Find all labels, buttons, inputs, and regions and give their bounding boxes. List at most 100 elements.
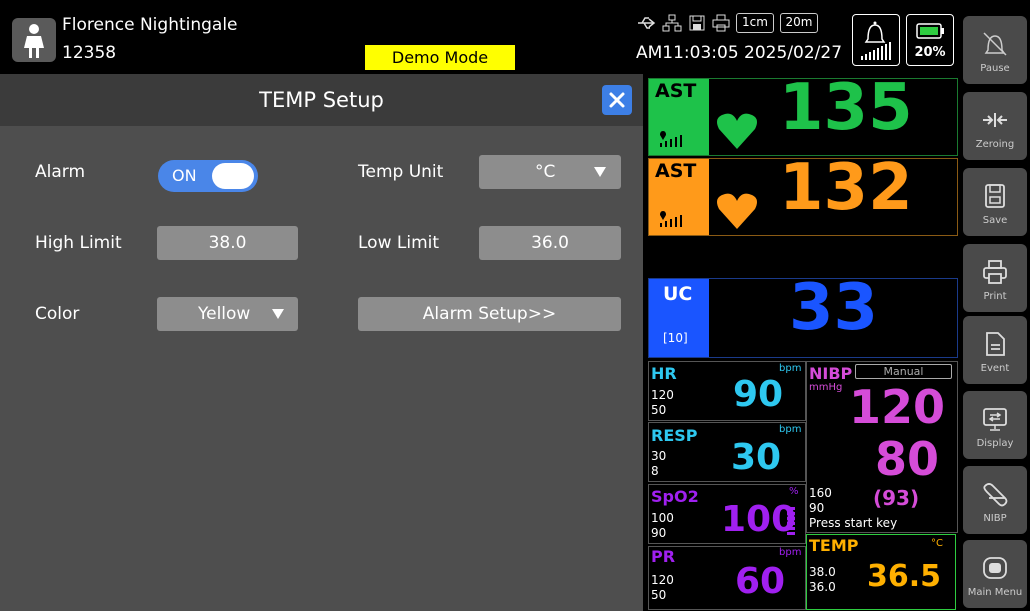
resp-panel[interactable]: RESP bpm 30 8 30 (648, 422, 806, 482)
spo2-unit: % (789, 486, 799, 497)
temp-unit-label: Temp Unit (358, 162, 444, 182)
pr-unit: bpm (779, 547, 802, 558)
event-button[interactable]: Event (963, 316, 1027, 384)
pr-panel[interactable]: PR bpm 120 50 60 (648, 546, 806, 610)
heart-icon (717, 113, 757, 149)
battery-percent: 20% (914, 45, 946, 60)
display-label: Display (976, 438, 1014, 449)
temp-setup-dialog: TEMP Setup Alarm ON Temp Unit °C High Li… (0, 74, 643, 611)
high-limit-label: High Limit (35, 233, 122, 253)
patient-name: Florence Nightingale (62, 15, 238, 35)
bell-icon (861, 21, 891, 60)
alarm-toggle[interactable]: ON (158, 160, 258, 192)
pr-value: 60 (735, 561, 786, 602)
hr-panel[interactable]: HR bpm 120 50 90 (648, 361, 806, 421)
save-button[interactable]: Save (963, 168, 1027, 236)
spo2-lower: 90 (651, 526, 667, 540)
print-button[interactable]: Print (963, 244, 1027, 312)
toggle-knob (212, 163, 254, 189)
color-label: Color (35, 304, 80, 324)
heart-icon (717, 193, 757, 229)
nibp-mode[interactable]: Manual (855, 364, 952, 379)
perfusion-bar-icon (787, 507, 795, 535)
datetime: AM11:03:05 2025/02/27 (636, 43, 843, 63)
temp-unit-select[interactable]: °C (479, 155, 621, 189)
pr-upper: 120 (651, 573, 674, 587)
storage-icon (689, 15, 705, 31)
pause-button[interactable]: Pause (963, 16, 1027, 84)
resp-label: RESP (651, 426, 698, 445)
paper-speed-1: 1cm (736, 13, 774, 33)
nibp-mean: (93) (873, 486, 920, 510)
display-button[interactable]: Display (963, 391, 1027, 459)
zeroing-icon (983, 113, 1007, 127)
chevron-down-icon (272, 309, 284, 319)
temp-unit-value: °C (535, 162, 556, 182)
chevron-down-icon (594, 167, 606, 177)
nibp-label: NIBP (809, 364, 853, 383)
hr-unit: bpm (779, 363, 802, 374)
temp-label: TEMP (809, 536, 859, 555)
close-icon (609, 92, 625, 108)
usb-icon (638, 17, 656, 29)
zeroing-button[interactable]: Zeroing (963, 92, 1027, 160)
uc-panel[interactable]: UC [10] 33 (648, 271, 958, 358)
nibp-button[interactable]: NIBP (963, 466, 1027, 534)
fhr1-value: 135 (779, 71, 913, 145)
display-icon (983, 408, 1007, 431)
alarm-label: Alarm (35, 162, 86, 182)
spo2-value: 100 (721, 499, 797, 540)
battery-indicator: 20% (906, 14, 954, 66)
alarm-setup-button[interactable]: Alarm Setup>> (358, 297, 621, 331)
pause-label: Pause (980, 63, 1010, 74)
fhr1-panel[interactable]: AST 135 (648, 71, 958, 156)
temp-lower: 36.0 (809, 580, 836, 594)
nibp-lower: 90 (809, 501, 825, 515)
fhr1-label: AST (655, 80, 697, 102)
hr-upper: 120 (651, 388, 674, 402)
uc-value: 33 (789, 271, 879, 345)
temp-value: 36.5 (867, 559, 942, 594)
fhr2-panel[interactable]: AST 132 (648, 151, 958, 236)
hr-value: 90 (733, 374, 784, 415)
low-limit-input[interactable]: 36.0 (479, 226, 621, 260)
patient-id: 12358 (62, 43, 117, 63)
nibp-diastolic: 80 (875, 432, 940, 486)
main-menu-button[interactable]: Main Menu (963, 540, 1027, 608)
alarm-volume-indicator[interactable] (852, 14, 900, 66)
demo-mode-banner: Demo Mode (365, 45, 515, 70)
patient-icon[interactable] (12, 18, 56, 62)
high-limit-input[interactable]: 38.0 (157, 226, 298, 260)
resp-upper: 30 (651, 449, 667, 463)
hr-lower: 50 (651, 403, 667, 417)
low-limit-label: Low Limit (358, 233, 440, 253)
nibp-panel[interactable]: NIBP Manual mmHg 120 80 160 90 (93) Pres… (806, 361, 958, 533)
nibp-unit: mmHg (809, 382, 843, 393)
nibp-upper: 160 (809, 486, 832, 500)
close-button[interactable] (602, 85, 632, 115)
signal-quality-icon (660, 131, 682, 147)
temp-unit: °C (931, 538, 943, 549)
pr-lower: 50 (651, 588, 667, 602)
main-menu-label: Main Menu (967, 587, 1023, 598)
resp-lower: 8 (651, 464, 659, 478)
fhr2-label-block: AST (649, 159, 709, 235)
save-icon (985, 184, 1005, 208)
status-icons: 1cm 20m (632, 12, 852, 36)
hr-label: HR (651, 364, 677, 383)
color-select[interactable]: Yellow (157, 297, 298, 331)
printer-status-icon (712, 14, 730, 32)
uc-label: UC (663, 283, 693, 305)
network-icon (662, 14, 682, 32)
spo2-panel[interactable]: SpO2 % 100 90 100 (648, 484, 806, 544)
alarm-pause-icon (983, 32, 1007, 56)
fhr1-label-block: AST (649, 79, 709, 155)
uc-label-block: UC [10] (649, 279, 709, 357)
battery-icon (916, 23, 944, 39)
right-sidebar: Pause Zeroing Save Print Event Display N… (960, 0, 1030, 611)
temp-panel[interactable]: TEMP °C 38.0 36.0 36.5 (806, 534, 956, 610)
paper-speed-2: 20m (780, 13, 818, 33)
resp-unit: bpm (779, 424, 802, 435)
nibp-hint: Press start key (809, 516, 898, 530)
event-label: Event (980, 363, 1010, 374)
